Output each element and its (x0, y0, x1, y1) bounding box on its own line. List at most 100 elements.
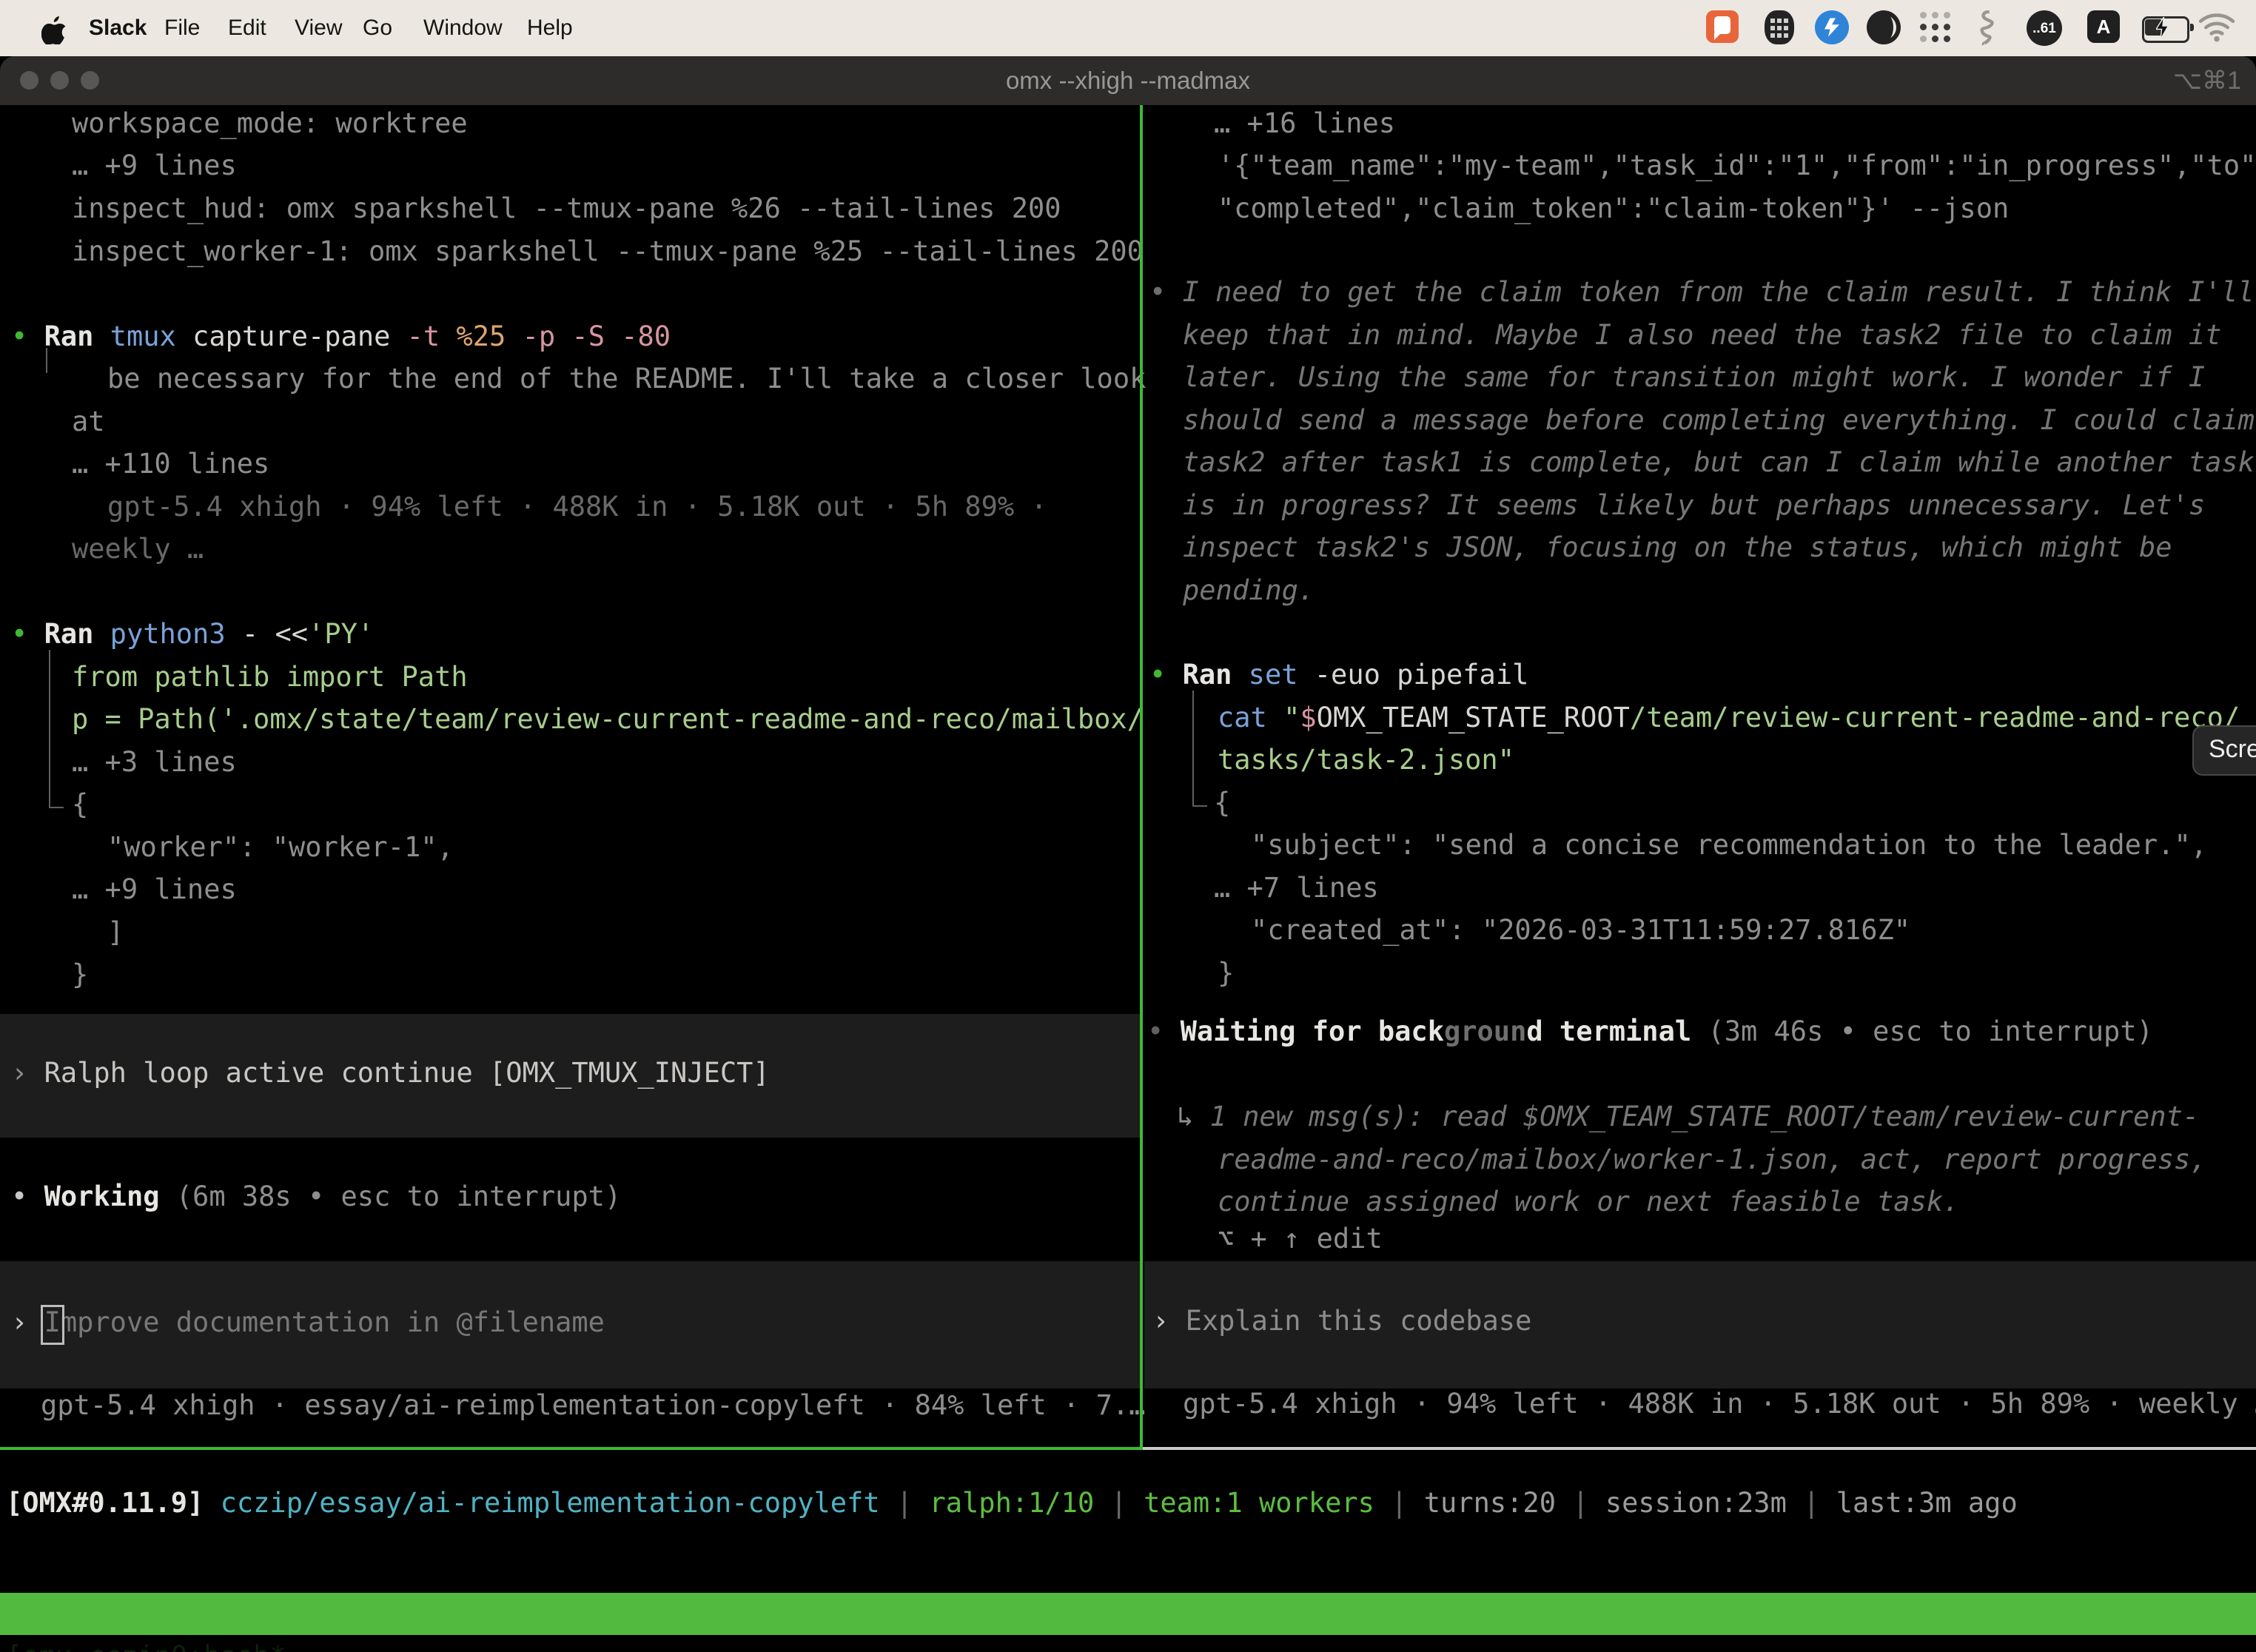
omx-version: [OMX#0.11.9] (6, 1487, 204, 1519)
output-json: "completed","claim_token":"claim-token"}… (1218, 189, 2009, 228)
command-name: tmux (110, 320, 192, 352)
menu-item-file[interactable]: File (164, 0, 200, 56)
omx-team-workers: team:1 workers (1144, 1487, 1374, 1519)
menu-item-go[interactable]: Go (363, 0, 392, 56)
keyboard-layout-icon[interactable]: A (2087, 10, 2120, 43)
output-json: } (1218, 954, 1234, 993)
screenshot-overlay-label: Scre (2209, 735, 2256, 763)
working-bullet: • (11, 1181, 44, 1212)
command-flags: -p -S -80 (523, 320, 671, 352)
omx-status-line: [OMX#0.11.9] cczip/essay/ai-reimplementa… (6, 1484, 2018, 1522)
code-line: p = Path('.omx/state/team/review-current… (72, 700, 1144, 739)
working-label: Working (44, 1181, 160, 1212)
waiting-status: • Waiting for background terminal (3m 46… (1147, 1013, 2153, 1051)
left-pane-bottom-border (0, 1447, 1143, 1450)
ran-label: Ran (44, 618, 110, 650)
apple-menu-icon[interactable] (41, 15, 67, 44)
prompt-chevron: › (1152, 1305, 1186, 1337)
thinking-line: task2 after task1 is complete, but can I… (1183, 443, 2255, 482)
output-json: } (72, 956, 88, 994)
omx-branch: cczip/essay/ai-reimplementation-copyleft (221, 1487, 880, 1519)
separator: | (1556, 1487, 1605, 1519)
file-path: /team/review-current-readme-and-reco/ (1630, 702, 2240, 733)
input-placeholder: Improve documentation in @filename (44, 1306, 605, 1338)
collapsed-lines-indicator[interactable]: … +7 lines (1214, 869, 1379, 907)
menu-app-name[interactable]: Slack (89, 0, 147, 56)
command-bullet: • (11, 618, 44, 650)
right-pane-status-line: gpt-5.4 xhigh · 94% left · 488K in · 5.1… (1183, 1385, 2256, 1423)
output-json: '{"team_name":"my-team","task_id":"1","f… (1218, 147, 2256, 185)
thinking-line: keep that in mind. Maybe I also need the… (1183, 316, 2221, 355)
screen-recording-icon[interactable] (1706, 10, 1739, 43)
omx-turns: turns:20 (1424, 1487, 1556, 1519)
output-json: "created_at": "2026-03-31T11:59:27.816Z" (1251, 911, 1910, 950)
menu-bar: Slack File Edit View Go Window Help (0, 0, 2256, 56)
collapsed-lines-indicator[interactable]: … +110 lines (72, 445, 269, 483)
tmux-status-bar: [omx-cczip0:bash* "MacBook-Pro-44.local"… (0, 1593, 2256, 1635)
output-json: "subject": "send a concise recommendatio… (1251, 826, 2207, 864)
reply-arrow-icon: ↳ (1177, 1101, 1210, 1132)
crescent-mask (1877, 13, 1893, 41)
thinking-line: I need to get the claim token from the c… (1183, 276, 2255, 308)
separator: | (1374, 1487, 1424, 1519)
command-flag: -t (407, 320, 457, 352)
battery-percent-badge[interactable]: ..61 (2027, 10, 2062, 46)
thinking-line: later. Using the same for transition mig… (1183, 358, 2205, 397)
window-shortcut-hint: ⌥⌘1 (2173, 56, 2241, 105)
working-meta: (6m 38s • esc to interrupt) (160, 1181, 622, 1212)
output-json: { (72, 785, 88, 824)
wifi-icon[interactable] (2198, 10, 2235, 43)
omx-last-activity: last:3m ago (1836, 1487, 2018, 1519)
command-tmux-capture: • Ran tmux capture-pane -t %25 -p -S -80 (11, 318, 671, 356)
keyboard-layout-label: A (2097, 16, 2111, 38)
left-pane-status-line: gpt-5.4 xhigh · essay/ai-reimplementatio… (41, 1386, 1145, 1425)
command-python: • Ran python3 - <<'PY' (11, 615, 374, 654)
pane-divider[interactable] (1140, 105, 1143, 1447)
squiggle-icon[interactable] (1972, 10, 2001, 46)
separator: | (1787, 1487, 1836, 1519)
menu-item-edit[interactable]: Edit (228, 0, 266, 56)
command-args: -euo pipefail (1315, 659, 1529, 691)
collapsed-lines-indicator[interactable]: … +9 lines (72, 870, 237, 909)
env-var: OMX_TEAM_STATE_ROOT (1317, 702, 1630, 733)
right-prompt-input[interactable]: › Explain this codebase (1152, 1302, 1531, 1340)
waiting-label: Waiting for back (1181, 1015, 1444, 1047)
code-line: from pathlib import Path (72, 658, 468, 696)
omx-ralph-counter: ralph:1/10 (929, 1487, 1094, 1519)
collapsed-lines-indicator[interactable]: … +3 lines (72, 743, 237, 782)
menu-item-view[interactable]: View (295, 0, 342, 56)
thinking-line: should send a message before completing … (1183, 401, 2255, 440)
quote-char: " (1283, 702, 1300, 733)
input-placeholder: Explain this codebase (1186, 1305, 1532, 1337)
thinking-line: is in progress? It seems likely but perh… (1183, 486, 2205, 525)
zigzag-glyph (1821, 16, 1843, 38)
command-name: set (1249, 659, 1315, 691)
waiting-label-shimmer: groun (1444, 1015, 1526, 1047)
dots-grid-icon[interactable] (1918, 10, 1953, 44)
left-prompt-input[interactable]: › Improve documentation in @filename (11, 1303, 605, 1342)
command-set-pipefail: • Ran set -euo pipefail (1149, 656, 1528, 694)
heredoc-operator: << (275, 618, 308, 650)
output-json: ] (107, 913, 124, 952)
text-cursor (41, 1305, 64, 1345)
collapsed-lines-indicator[interactable]: … +16 lines (1214, 104, 1395, 143)
omx-session-time: session:23m (1605, 1487, 1787, 1519)
crescent-app-icon[interactable] (1867, 10, 1901, 44)
charging-bolt-icon (2156, 17, 2169, 39)
dollar-sign: $ (1300, 702, 1316, 733)
output-connector (49, 650, 64, 808)
thinking-line: inspect task2's JSON, focusing on the st… (1183, 528, 2172, 567)
battery-icon[interactable] (2142, 16, 2189, 43)
password-shield-icon[interactable] (1765, 10, 1794, 44)
command-arg: capture-pane (192, 320, 407, 352)
screenshot-overlay-button[interactable]: Scre (2192, 725, 2256, 776)
screen-recording-tail (1714, 33, 1722, 40)
menu-item-window[interactable]: Window (423, 0, 503, 56)
tmux-session-name[interactable]: [omx-cczip0:bash* (6, 1635, 286, 1652)
menu-item-help[interactable]: Help (527, 0, 573, 56)
spacer (204, 1487, 220, 1519)
collapsed-lines-indicator[interactable]: … +9 lines (72, 147, 237, 185)
blue-app-icon[interactable] (1815, 10, 1849, 44)
message-line: readme-and-reco/mailbox/worker-1.json, a… (1218, 1141, 2207, 1179)
waiting-bullet: • (1147, 1015, 1181, 1047)
